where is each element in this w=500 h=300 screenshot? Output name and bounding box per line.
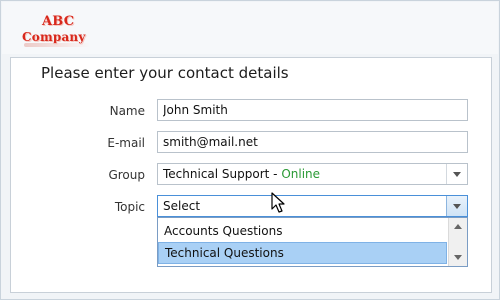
- topic-dropdown-list: Accounts Questions Technical Questions: [157, 217, 468, 267]
- group-status-text: Online: [281, 167, 321, 181]
- email-input[interactable]: [163, 132, 467, 152]
- scroll-down-icon[interactable]: [454, 255, 462, 260]
- dropdown-option-technical[interactable]: Technical Questions: [158, 242, 447, 264]
- logo-text-bottom: Company: [22, 30, 86, 44]
- mouse-pointer-icon: [271, 192, 285, 213]
- topic-label: Topic: [114, 200, 145, 214]
- topic-selected-value: Select: [163, 199, 201, 213]
- dropdown-scrollbar[interactable]: [448, 218, 467, 266]
- app-window: ABC Company Please enter your contact de…: [0, 0, 500, 300]
- email-field[interactable]: [157, 131, 468, 153]
- topic-dropdown-button[interactable]: [446, 196, 467, 216]
- dropdown-option-accounts[interactable]: Accounts Questions: [158, 220, 447, 242]
- form-title: Please enter your contact details: [41, 64, 289, 82]
- name-label: Name: [109, 104, 145, 118]
- group-label: Group: [108, 168, 145, 182]
- group-dropdown-button[interactable]: [446, 164, 467, 184]
- company-logo: ABC Company: [22, 14, 92, 48]
- name-input[interactable]: [163, 100, 467, 120]
- logo-text-top: ABC: [42, 14, 75, 29]
- logo-swoosh: [24, 43, 90, 47]
- email-label: E-mail: [107, 136, 145, 150]
- chevron-down-icon: [453, 171, 461, 177]
- name-field[interactable]: [157, 99, 468, 121]
- header-band: ABC Company: [2, 2, 498, 54]
- topic-select[interactable]: Select: [157, 195, 468, 217]
- contact-form-panel: Please enter your contact details Name E…: [10, 57, 492, 293]
- group-select[interactable]: Technical Support - Online: [157, 163, 468, 185]
- scroll-up-icon[interactable]: [454, 224, 462, 229]
- group-selected-value: Technical Support -: [163, 167, 282, 181]
- chevron-down-icon: [453, 203, 461, 209]
